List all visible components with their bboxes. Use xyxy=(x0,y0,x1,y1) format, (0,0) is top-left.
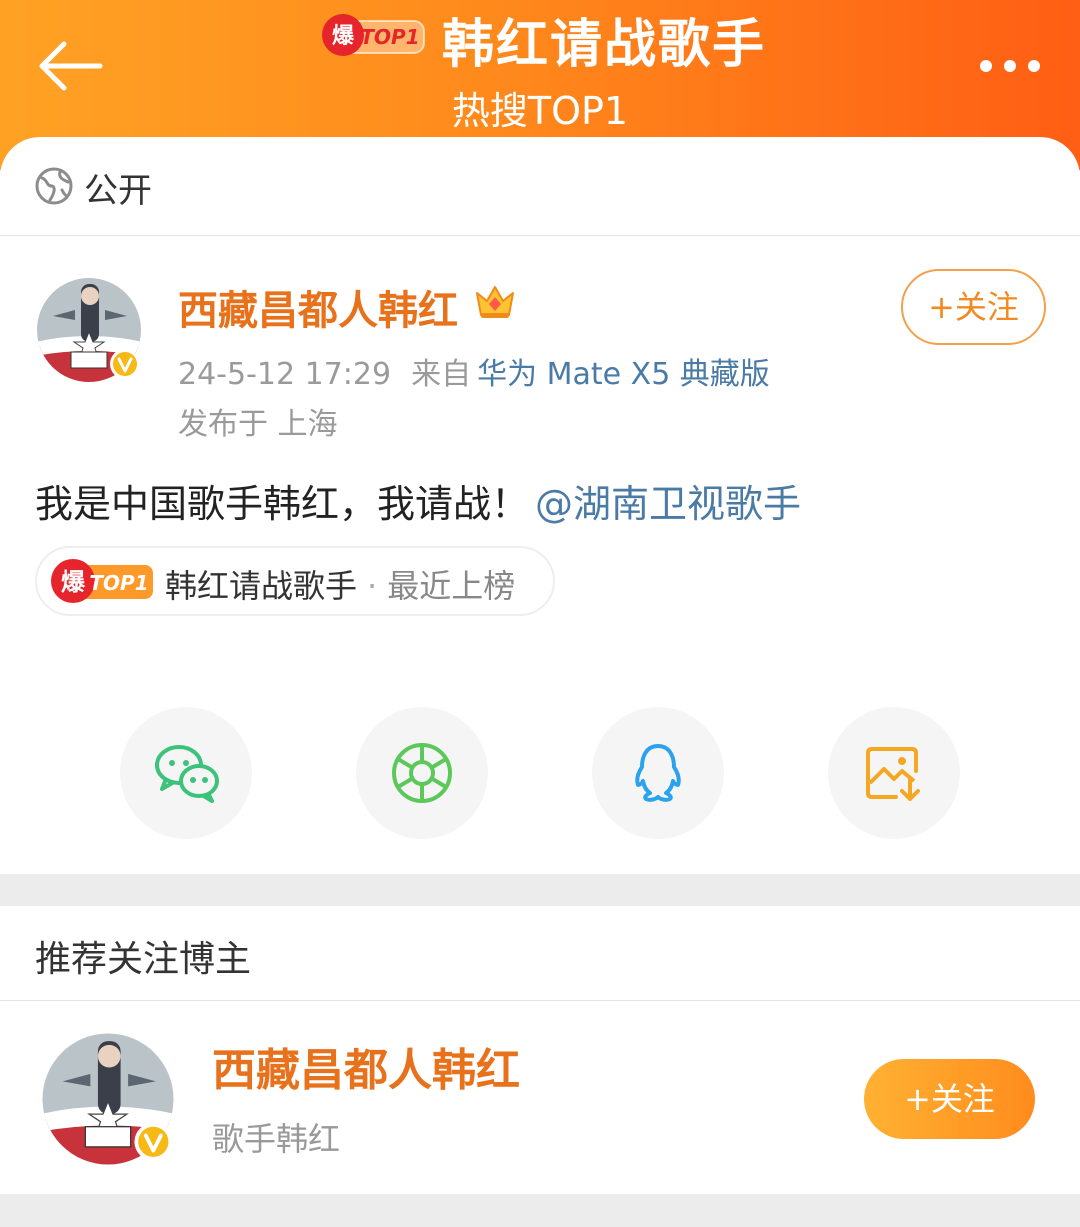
globe-icon xyxy=(35,167,73,205)
device-link[interactable]: 华为 Mate X5 典藏版 xyxy=(477,357,770,392)
more-button[interactable] xyxy=(972,52,1048,80)
visibility-row: 公开 xyxy=(0,137,1080,236)
share-qq-button[interactable] xyxy=(592,707,724,839)
author-name[interactable]: 西藏昌都人韩红 xyxy=(178,278,458,336)
post-location: 发布于 上海 xyxy=(178,407,338,442)
save-image-icon xyxy=(866,747,920,801)
share-wechat-button[interactable] xyxy=(120,707,252,839)
hot-top1-badge-icon: 爆 TOP1 xyxy=(322,14,425,56)
divider xyxy=(0,1000,1080,1001)
topic-separator: · xyxy=(367,567,378,605)
svg-text:爆: 爆 xyxy=(332,24,355,49)
save-image-button[interactable] xyxy=(828,707,960,839)
recommend-desc: 歌手韩红 xyxy=(212,1120,341,1158)
recommend-avatar[interactable] xyxy=(40,1031,176,1167)
qq-icon xyxy=(635,744,681,802)
hot-top1-badge-icon: 爆 TOP1 xyxy=(51,559,153,603)
mention-link[interactable]: @湖南卫视歌手 xyxy=(535,482,801,526)
post-meta: 24-5-12 17:29 来自 华为 Mate X5 典藏版 xyxy=(178,349,770,393)
topic-text: 韩红请战歌手 · 最近上榜 xyxy=(165,561,515,607)
svg-text:TOP1: TOP1 xyxy=(89,571,148,595)
wechat-icon xyxy=(155,745,219,803)
recommend-name[interactable]: 西藏昌都人韩红 xyxy=(212,1034,520,1098)
post-text: 我是中国歌手韩红，我请战！ xyxy=(35,482,530,526)
more-dots-icon xyxy=(980,60,1040,72)
follow-button[interactable]: +关注 xyxy=(901,269,1046,345)
recommend-section: 推荐关注博主 西藏昌都人韩红 歌手韩红 +关注 xyxy=(0,906,1080,1194)
author-avatar[interactable] xyxy=(35,276,143,384)
topic-status: 最近上榜 xyxy=(387,567,516,605)
page-title: 韩红请战歌手 xyxy=(442,15,767,75)
vip-crown-icon xyxy=(476,286,514,318)
recommend-follow-button[interactable]: +关注 xyxy=(864,1059,1035,1139)
visibility-label: 公开 xyxy=(84,171,152,211)
topic-name: 韩红请战歌手 xyxy=(165,567,358,605)
share-moments-button[interactable] xyxy=(356,707,488,839)
moments-icon xyxy=(392,743,452,803)
post-time: 24-5-12 17:29 xyxy=(178,357,392,392)
post-card: 公开 西藏昌都人韩红 +关注 24-5-12 17:29 来自 华为 Mate X5… xyxy=(0,137,1080,874)
svg-text:TOP1: TOP1 xyxy=(360,25,419,49)
svg-text:爆: 爆 xyxy=(61,568,86,596)
recommend-title: 推荐关注博主 xyxy=(35,939,252,980)
post-body: 我是中国歌手韩红，我请战！ @湖南卫视歌手 xyxy=(35,473,801,528)
source-prefix: 来自 xyxy=(411,357,472,392)
page-subtitle: 热搜TOP1 xyxy=(451,89,629,133)
hot-topic-chip[interactable]: 爆 TOP1 韩红请战歌手 · 最近上榜 xyxy=(35,546,555,616)
